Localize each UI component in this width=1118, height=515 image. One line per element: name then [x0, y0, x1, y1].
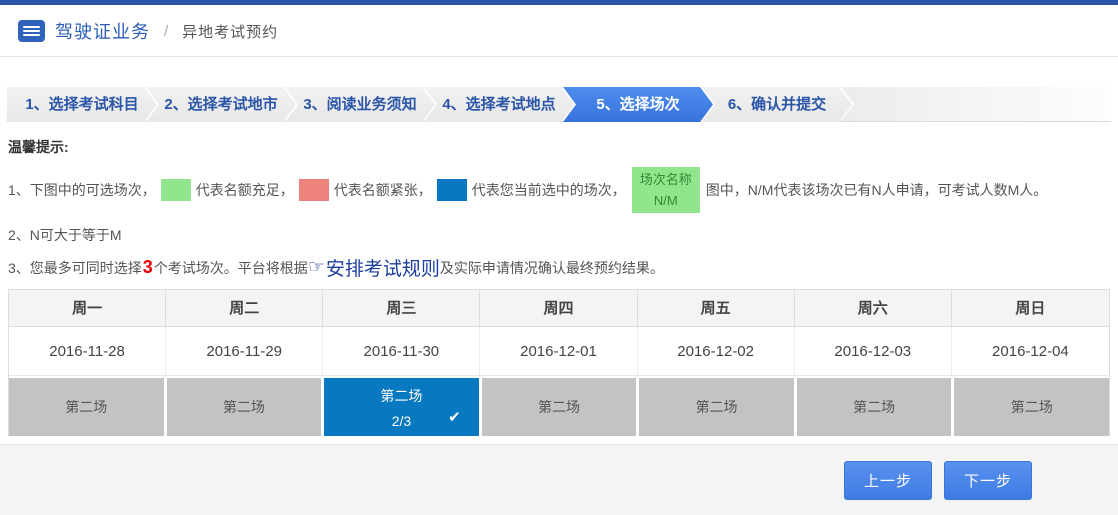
session-cell-monday[interactable]: 第二场	[9, 378, 164, 436]
tip1-prefix: 1、下图中的可选场次，	[8, 180, 156, 200]
date-cell: 2016-12-01	[480, 327, 637, 376]
tips-title: 温馨提示:	[8, 137, 1110, 157]
session-row: 第二场 第二场 第二场 2/3 ✔ 第二场 第二场 第二场 第二场	[9, 376, 1109, 436]
legend-green-swatch	[161, 179, 191, 201]
weekday-header-row: 周一 周二 周三 周四 周五 周六 周日	[9, 290, 1109, 327]
session-ratio: 2/3	[392, 413, 411, 429]
checkmark-icon: ✔	[448, 408, 461, 426]
tip3-prefix: 3、您最多可同时选择	[8, 258, 142, 278]
session-name: 第二场	[380, 386, 422, 406]
tips-section: 温馨提示: 1、下图中的可选场次， 代表名额充足， 代表名额紧张， 代表您当前选…	[8, 137, 1110, 281]
tip1-blue-label: 代表您当前选中的场次，	[472, 180, 626, 200]
session-cell-wednesday-selected[interactable]: 第二场 2/3 ✔	[324, 378, 479, 436]
footer-action-bar: 上一步 下一步	[0, 444, 1118, 515]
session-name: 第二场	[853, 397, 895, 417]
legend-red-swatch	[299, 179, 329, 201]
date-cell: 2016-12-02	[638, 327, 795, 376]
session-cell-saturday[interactable]: 第二场	[797, 378, 952, 436]
step-tab-3[interactable]: 3、阅读业务须知	[285, 87, 435, 122]
step-tab-2[interactable]: 2、选择考试地市	[146, 87, 296, 122]
sample-session-ratio: N/M	[632, 190, 700, 211]
weekday-header: 周三	[323, 290, 480, 327]
weekday-header: 周五	[638, 290, 795, 327]
session-schedule-table: 周一 周二 周三 周四 周五 周六 周日 2016-11-28 2016-11-…	[8, 289, 1110, 436]
breadcrumb-separator: /	[164, 23, 168, 40]
tip1-suffix: 图中，N/M代表该场次已有N人申请，可考试人数M人。	[706, 180, 1047, 200]
session-cell-friday[interactable]: 第二场	[639, 378, 794, 436]
weekday-header: 周一	[9, 290, 166, 327]
date-row: 2016-11-28 2016-11-29 2016-11-30 2016-12…	[9, 327, 1109, 376]
session-name: 第二场	[538, 397, 580, 417]
tip1-red-label: 代表名额紧张，	[334, 180, 432, 200]
session-cell-sunday[interactable]: 第二场	[954, 378, 1109, 436]
tips-line-3: 3、您最多可同时选择 3 个考试场次。平台将根据 ☞ 安排考试规则 及实际申请情…	[8, 254, 1110, 281]
pointing-hand-icon: ☞	[308, 256, 325, 279]
session-name: 第二场	[223, 397, 265, 417]
weekday-header: 周四	[480, 290, 637, 327]
exam-rules-link-label: 安排考试规则	[326, 254, 440, 281]
step-tab-5-active[interactable]: 5、选择场次	[563, 87, 713, 122]
step-tabs: 1、选择考试科目 2、选择考试地市 3、阅读业务须知 4、选择考试地点 5、选择…	[7, 87, 1111, 122]
date-cell: 2016-11-30	[323, 327, 480, 376]
weekday-header: 周六	[795, 290, 952, 327]
date-cell: 2016-12-04	[952, 327, 1109, 376]
legend-sample-session-box: 场次名称 N/M	[632, 167, 700, 213]
step-tab-6[interactable]: 6、确认并提交	[702, 87, 852, 122]
date-cell: 2016-11-29	[166, 327, 323, 376]
weekday-header: 周日	[952, 290, 1109, 327]
tip3-suffix: 及实际申请情况确认最终预约结果。	[440, 258, 664, 278]
session-name: 第二场	[1011, 397, 1053, 417]
previous-step-button[interactable]: 上一步	[844, 461, 932, 500]
service-category-title[interactable]: 驾驶证业务	[55, 18, 150, 44]
step-tab-4[interactable]: 4、选择考试地点	[424, 87, 574, 122]
session-cell-thursday[interactable]: 第二场	[482, 378, 637, 436]
exam-rules-link[interactable]: ☞ 安排考试规则	[308, 254, 440, 281]
session-cell-tuesday[interactable]: 第二场	[167, 378, 322, 436]
tip1-green-label: 代表名额充足，	[196, 180, 294, 200]
page-title: 异地考试预约	[182, 21, 278, 42]
step-tabs-filler	[841, 87, 1111, 121]
date-cell: 2016-12-03	[795, 327, 952, 376]
list-icon	[18, 20, 45, 42]
session-name: 第二场	[65, 397, 107, 417]
date-cell: 2016-11-28	[9, 327, 166, 376]
session-name: 第二场	[696, 397, 738, 417]
tips-line-1: 1、下图中的可选场次， 代表名额充足， 代表名额紧张， 代表您当前选中的场次， …	[8, 166, 1110, 214]
sample-session-name: 场次名称	[632, 169, 700, 190]
step-tab-1[interactable]: 1、选择考试科目	[7, 87, 157, 122]
legend-blue-swatch	[437, 179, 467, 201]
next-step-button[interactable]: 下一步	[944, 461, 1032, 500]
tips-line-2: 2、N可大于等于M	[8, 225, 1110, 245]
tip3-middle: 个考试场次。平台将根据	[154, 258, 308, 278]
max-session-count: 3	[142, 257, 154, 278]
breadcrumb: 驾驶证业务 / 异地考试预约	[0, 5, 1118, 57]
weekday-header: 周二	[166, 290, 323, 327]
